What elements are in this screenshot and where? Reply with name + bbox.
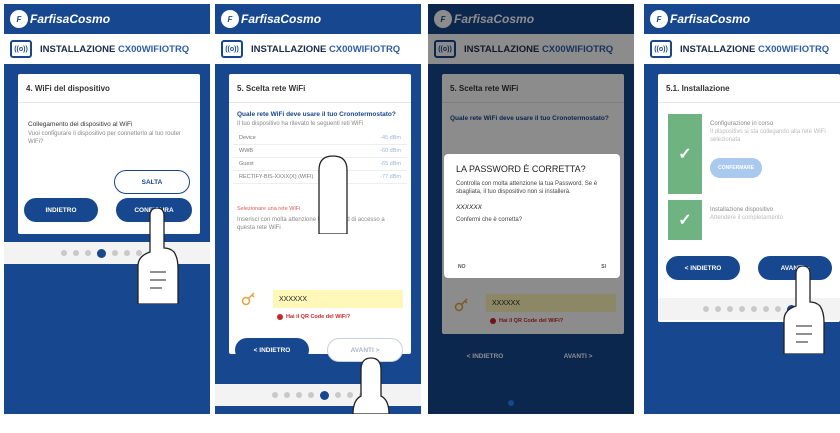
page-dot bbox=[84, 250, 91, 256]
install-bar: ((o)) INSTALLAZIONE CX00WIFIOTRQ bbox=[4, 34, 210, 64]
check-icon: ✓ bbox=[678, 146, 692, 163]
app-logo: F FarfisaCosmo bbox=[10, 9, 110, 29]
dialog-no-button[interactable]: NO bbox=[458, 264, 466, 270]
step2-title: Installazione dispositivo bbox=[710, 207, 774, 213]
password-confirm-dialog: LA PASSWORD È CORRETTA? Controlla con mo… bbox=[444, 154, 620, 278]
tap-hand-icon bbox=[352, 357, 390, 414]
step-title: 5.1. Installazione bbox=[658, 74, 840, 103]
step-title: 4. WiFi del dispositivo bbox=[18, 74, 200, 103]
check-icon: ✓ bbox=[678, 212, 692, 229]
device-icon: ((o)) bbox=[650, 40, 672, 58]
page-dot bbox=[750, 306, 757, 312]
page-dot-active bbox=[319, 390, 329, 400]
qr-code-link[interactable]: Hai il QR Code del WiFi? bbox=[277, 314, 350, 320]
app-logo: F FarfisaCosmo bbox=[221, 9, 321, 29]
install-title: INSTALLAZIONE CX00WIFIOTRQ bbox=[40, 43, 190, 55]
card-body: Vuoi configurare il dispositivo per conn… bbox=[28, 131, 181, 145]
page-dot bbox=[271, 392, 278, 398]
dialog-title: LA PASSWORD È CORRETTA? bbox=[456, 164, 586, 174]
key-icon bbox=[241, 292, 255, 306]
app-header: F FarfisaCosmo bbox=[4, 4, 210, 34]
phone-screen-wifi-device: F FarfisaCosmo ((o)) INSTALLAZIONE CX00W… bbox=[4, 4, 210, 414]
qr-alert-icon bbox=[277, 314, 283, 320]
page-dot-active bbox=[508, 400, 514, 406]
dialog-actions: NO SI bbox=[458, 264, 606, 270]
page-dot bbox=[738, 306, 745, 312]
page-dot bbox=[762, 306, 769, 312]
phone-screen-wifi-choice: F FarfisaCosmo ((o)) INSTALLAZIONE CX00W… bbox=[215, 4, 421, 414]
logo-text: FarfisaCosmo bbox=[670, 12, 751, 26]
page-dot bbox=[307, 392, 314, 398]
step-complete-box: ✓ bbox=[668, 200, 702, 240]
dialog-body: Controlla con molta attenzione la tua Pa… bbox=[456, 181, 598, 195]
page-dot bbox=[334, 392, 341, 398]
phone-screen-password-confirm: F FarfisaCosmo ((o)) INSTALLAZIONE CX00W… bbox=[428, 4, 634, 414]
back-button[interactable]: INDIETRO bbox=[24, 198, 98, 222]
dialog-yes-button[interactable]: SI bbox=[601, 264, 606, 270]
app-header: F FarfisaCosmo bbox=[644, 4, 840, 34]
step2-body: Attendere il completamento bbox=[710, 215, 784, 221]
page-dot bbox=[60, 250, 67, 256]
page-dot bbox=[714, 306, 721, 312]
step1-button[interactable]: CONFERMARE bbox=[710, 158, 762, 178]
page-dot bbox=[702, 306, 709, 312]
dialog-question: Confermi che è corretta? bbox=[456, 217, 523, 223]
page-dot bbox=[123, 250, 130, 256]
page-dot bbox=[111, 250, 118, 256]
logo-text: FarfisaCosmo bbox=[241, 12, 322, 26]
page-dot-active bbox=[96, 248, 106, 258]
device-icon: ((o)) bbox=[10, 40, 32, 58]
skip-button[interactable]: SALTA bbox=[114, 170, 190, 194]
tap-hand-icon bbox=[318, 155, 348, 234]
app-header: F FarfisaCosmo bbox=[215, 4, 421, 34]
card-heading: Collegamento del dispositivo al WiFi bbox=[28, 121, 133, 128]
install-bar: ((o)) INSTALLAZIONE CX00WIFIOTRQ bbox=[215, 34, 421, 64]
back-button[interactable]: < INDIETRO bbox=[666, 256, 740, 280]
logo-mark: F bbox=[10, 10, 28, 28]
wifi-hint: Il tuo dispositivo ha rilevato le seguen… bbox=[237, 121, 364, 127]
wifi-question: Quale rete WiFi deve usare il tuo Cronot… bbox=[237, 111, 396, 118]
page-dot bbox=[295, 392, 302, 398]
step1-body: Il dispositivo si sta collegando alla re… bbox=[710, 129, 826, 143]
page-dot bbox=[283, 392, 290, 398]
wifi-network-row[interactable]: Device -45 dBm bbox=[233, 132, 407, 145]
back-button[interactable]: < INDIETRO bbox=[235, 338, 309, 362]
install-title: INSTALLAZIONE CX00WIFIOTRQ bbox=[251, 43, 401, 55]
step-title: 5. Scelta rete WiFi bbox=[229, 74, 411, 103]
install-bar: ((o)) INSTALLAZIONE CX00WIFIOTRQ bbox=[644, 34, 840, 64]
logo-text: FarfisaCosmo bbox=[30, 12, 111, 26]
tap-hand-icon bbox=[137, 208, 179, 304]
page-dot bbox=[72, 250, 79, 256]
page-dot bbox=[726, 306, 733, 312]
tap-hand-icon bbox=[783, 266, 825, 354]
step-complete-box: ✓ bbox=[668, 114, 702, 194]
phone-screen-installation: F FarfisaCosmo ((o)) INSTALLAZIONE CX00W… bbox=[644, 4, 840, 414]
device-icon: ((o)) bbox=[221, 40, 243, 58]
password-input[interactable]: XXXXXX bbox=[273, 290, 403, 308]
logo-mark: F bbox=[221, 10, 239, 28]
step1-title: Configurazione in corso bbox=[710, 121, 774, 127]
logo-mark: F bbox=[650, 10, 668, 28]
dialog-password: XXXXXX bbox=[456, 204, 483, 211]
install-title: INSTALLAZIONE CX00WIFIOTRQ bbox=[680, 43, 830, 55]
app-logo: F FarfisaCosmo bbox=[650, 9, 750, 29]
